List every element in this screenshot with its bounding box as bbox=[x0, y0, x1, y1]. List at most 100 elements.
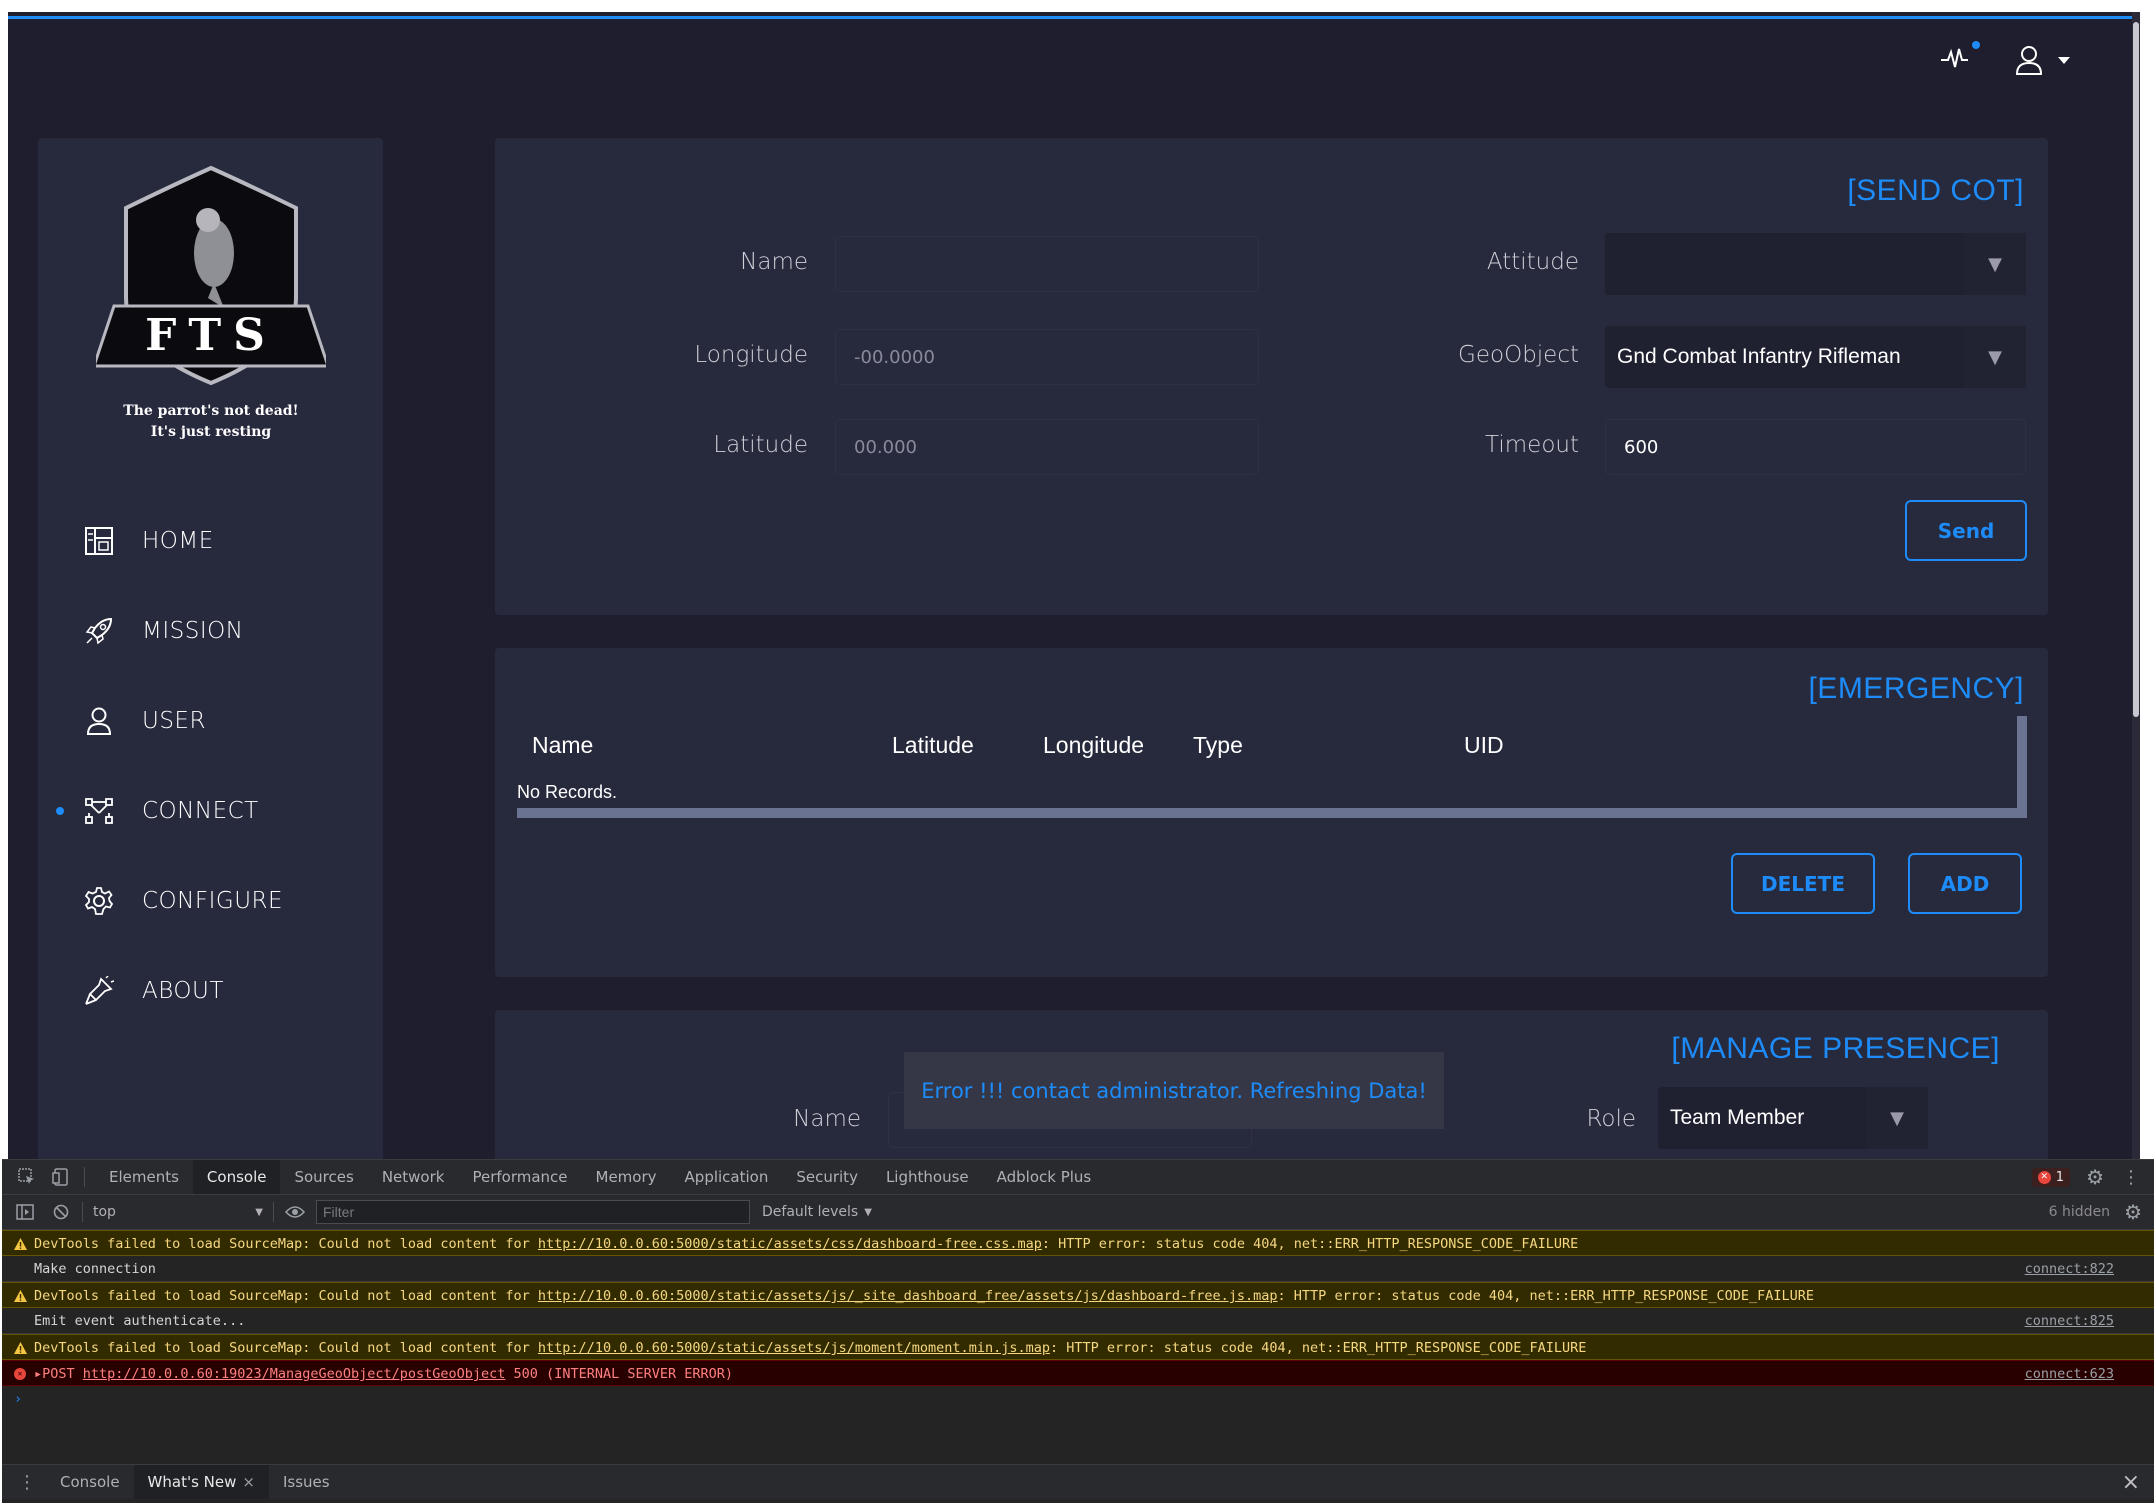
column-header-type[interactable]: Type bbox=[1193, 732, 1243, 759]
tab-network[interactable]: Network bbox=[368, 1160, 459, 1194]
longitude-input[interactable] bbox=[835, 329, 1259, 385]
tab-elements[interactable]: Elements bbox=[95, 1160, 193, 1194]
sidebar-item-label: USER bbox=[142, 708, 206, 734]
chevron-down-icon: ▼ bbox=[255, 1206, 263, 1218]
console-filter-input[interactable] bbox=[316, 1200, 750, 1224]
log-levels-dropdown[interactable]: Default levels ▼ bbox=[762, 1204, 872, 1220]
console-warning-line: DevTools failed to load SourceMap: Could… bbox=[2, 1230, 2154, 1256]
sidebar-item-configure[interactable]: CONFIGURE bbox=[38, 856, 383, 946]
close-icon[interactable]: × bbox=[242, 1473, 255, 1491]
console-log-line: Make connection connect:822 bbox=[2, 1256, 2154, 1282]
latitude-input[interactable] bbox=[835, 419, 1259, 475]
sidebar-menu: HOME MISSION USER CONNECT CONFIGURE ABOU… bbox=[38, 496, 383, 1036]
sidebar-item-label: ABOUT bbox=[142, 978, 224, 1004]
column-header-uid[interactable]: UID bbox=[1464, 732, 1504, 759]
longitude-label: Longitude bbox=[694, 342, 808, 368]
latitude-label: Latitude bbox=[713, 432, 808, 458]
column-header-longitude[interactable]: Longitude bbox=[1043, 732, 1144, 759]
console-error-line[interactable]: ✕ ▸POST http://10.0.0.60:19023/ManageGeo… bbox=[2, 1360, 2154, 1386]
tab-sources[interactable]: Sources bbox=[280, 1160, 367, 1194]
drawer-tab-console[interactable]: Console bbox=[46, 1465, 134, 1499]
tab-console[interactable]: Console bbox=[192, 1160, 281, 1194]
clear-console-icon[interactable] bbox=[50, 1204, 72, 1220]
context-select[interactable]: top ▼ bbox=[93, 1204, 263, 1220]
table-vertical-scrollbar[interactable] bbox=[2017, 716, 2027, 818]
more-options-icon[interactable]: ⋮ bbox=[2122, 1167, 2140, 1188]
geoobject-select-value: Gnd Combat Infantry Rifleman bbox=[1617, 345, 1901, 368]
table-horizontal-scrollbar[interactable] bbox=[517, 808, 2020, 818]
console-message-link[interactable]: http://10.0.0.60:19023/ManageGeoObject/p… bbox=[83, 1366, 506, 1382]
sidebar-item-label: CONNECT bbox=[142, 798, 259, 824]
console-message-text: : HTTP error: status code 404, net::ERR_… bbox=[1277, 1288, 1814, 1304]
page-scrollbar[interactable] bbox=[2132, 12, 2140, 1159]
device-toolbar-icon[interactable] bbox=[48, 1168, 74, 1186]
attitude-select[interactable]: ▼ bbox=[1605, 233, 2026, 295]
sidebar-item-about[interactable]: ABOUT bbox=[38, 946, 383, 1036]
console-source-link[interactable]: connect:822 bbox=[2025, 1256, 2114, 1282]
geoobject-label: GeoObject bbox=[1458, 342, 1579, 368]
logo-text: FTS bbox=[145, 310, 277, 361]
tab-security[interactable]: Security bbox=[782, 1160, 872, 1194]
drawer-menu-icon[interactable]: ⋮ bbox=[18, 1472, 36, 1493]
inspect-element-icon[interactable] bbox=[14, 1168, 40, 1186]
role-label: Role bbox=[1586, 1106, 1636, 1132]
live-expression-eye-icon[interactable] bbox=[284, 1205, 306, 1219]
role-select[interactable]: Team Member ▼ bbox=[1658, 1087, 1928, 1149]
user-menu-button[interactable] bbox=[2014, 44, 2070, 76]
close-drawer-icon[interactable]: × bbox=[2122, 1470, 2140, 1495]
console-message-link[interactable]: http://10.0.0.60:5000/static/assets/css/… bbox=[538, 1236, 1042, 1252]
send-cot-title: [SEND COT] bbox=[1847, 174, 2024, 207]
activity-pulse-icon[interactable] bbox=[1940, 41, 1980, 75]
column-header-latitude[interactable]: Latitude bbox=[892, 732, 974, 759]
tab-lighthouse[interactable]: Lighthouse bbox=[872, 1160, 983, 1194]
sidebar-item-mission[interactable]: MISSION bbox=[38, 586, 383, 676]
error-count-badge[interactable]: ✕ 1 bbox=[2031, 1167, 2071, 1187]
console-warning-line: DevTools failed to load SourceMap: Could… bbox=[2, 1282, 2154, 1308]
presence-name-label: Name bbox=[793, 1106, 861, 1132]
toolbar-divider bbox=[84, 1167, 85, 1187]
console-log-line: Emit event authenticate... connect:825 bbox=[2, 1308, 2154, 1334]
console-source-link[interactable]: connect:825 bbox=[2025, 1308, 2114, 1334]
drawer-tab-issues[interactable]: Issues bbox=[269, 1465, 344, 1499]
tab-memory[interactable]: Memory bbox=[582, 1160, 671, 1194]
console-warning-line: DevTools failed to load SourceMap: Could… bbox=[2, 1334, 2154, 1360]
sidebar-item-connect[interactable]: CONNECT bbox=[38, 766, 383, 856]
sidebar-item-home[interactable]: HOME bbox=[38, 496, 383, 586]
console-message-text: DevTools failed to load SourceMap: Could… bbox=[34, 1288, 538, 1304]
top-accent-line bbox=[8, 16, 2140, 19]
console-source-link[interactable]: connect:623 bbox=[2025, 1361, 2114, 1387]
dashboard-icon bbox=[82, 524, 116, 558]
drawer-tab-whats-new[interactable]: What's New × bbox=[133, 1465, 269, 1499]
tab-performance[interactable]: Performance bbox=[458, 1160, 581, 1194]
console-message-text: Make connection bbox=[34, 1261, 156, 1277]
add-button[interactable]: ADD bbox=[1908, 853, 2022, 914]
role-select-value: Team Member bbox=[1670, 1106, 1805, 1129]
send-button[interactable]: Send bbox=[1905, 500, 2027, 561]
table-empty-text: No Records. bbox=[517, 782, 618, 802]
console-message-link[interactable]: http://10.0.0.60:5000/static/assets/js/m… bbox=[538, 1340, 1050, 1356]
chevron-down-icon: ▼ bbox=[864, 1206, 872, 1218]
delete-button[interactable]: DELETE bbox=[1731, 853, 1875, 914]
page-scrollbar-thumb[interactable] bbox=[2133, 22, 2139, 717]
console-message-text: : HTTP error: status code 404, net::ERR_… bbox=[1041, 1236, 1579, 1252]
tab-application[interactable]: Application bbox=[671, 1160, 783, 1194]
console-prompt[interactable]: › bbox=[2, 1386, 2154, 1412]
timeout-input[interactable] bbox=[1605, 419, 2026, 475]
error-icon: ✕ bbox=[12, 1361, 28, 1387]
toolbar-divider bbox=[273, 1202, 274, 1222]
sidebar-item-user[interactable]: USER bbox=[38, 676, 383, 766]
sidebar: FTS The parrot's not dead! It's just res… bbox=[38, 138, 383, 1159]
devtools-tab-bar: Elements Console Sources Network Perform… bbox=[2, 1160, 2154, 1195]
sidebar-toggle-icon[interactable] bbox=[14, 1204, 36, 1220]
name-input[interactable] bbox=[835, 236, 1259, 292]
hidden-messages-count: 6 hidden bbox=[2048, 1204, 2111, 1220]
column-header-name[interactable]: Name bbox=[532, 732, 593, 759]
console-message-link[interactable]: http://10.0.0.60:5000/static/assets/js/_… bbox=[538, 1288, 1278, 1304]
tab-adblock-plus[interactable]: Adblock Plus bbox=[983, 1160, 1106, 1194]
geoobject-select[interactable]: Gnd Combat Infantry Rifleman ▼ bbox=[1605, 326, 2026, 388]
console-settings-gear-icon[interactable]: ⚙ bbox=[2124, 1200, 2142, 1224]
settings-gear-icon[interactable]: ⚙ bbox=[2086, 1165, 2104, 1189]
console-message-text: DevTools failed to load SourceMap: Could… bbox=[34, 1236, 538, 1252]
logo-tagline-2: It's just resting bbox=[150, 424, 272, 440]
navbar-icons bbox=[1940, 41, 2070, 76]
